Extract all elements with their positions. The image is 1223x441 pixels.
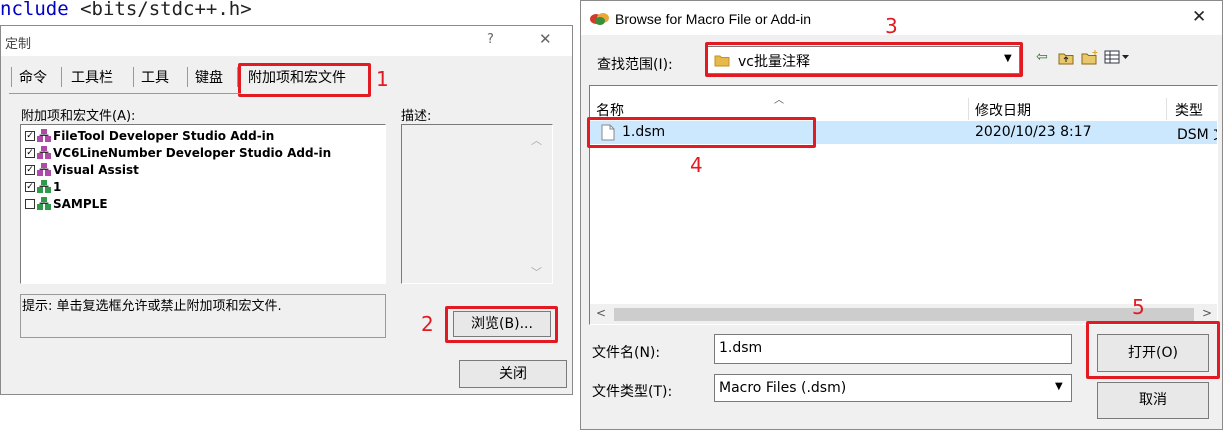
macro-icon: [37, 196, 51, 211]
help-button[interactable]: ?: [487, 32, 494, 47]
list-item-label: 1: [53, 179, 62, 194]
list-item[interactable]: ✓ Visual Assist: [25, 161, 139, 178]
up-folder-icon[interactable]: [1058, 51, 1074, 65]
column-divider: [1166, 98, 1167, 120]
checkbox[interactable]: ✓: [25, 147, 35, 158]
list-item-label: SAMPLE: [53, 196, 108, 211]
close-button[interactable]: 关闭: [459, 360, 567, 388]
list-item-label: Visual Assist: [53, 162, 139, 177]
filename-label: 文件名(N):: [592, 345, 661, 361]
description-box: [401, 124, 553, 284]
tab-commands[interactable]: 命令: [11, 65, 55, 91]
list-item-label: VC6LineNumber Developer Studio Add-in: [53, 145, 332, 160]
annotation-box-4: [587, 117, 816, 148]
scroll-right-icon[interactable]: >: [1202, 306, 1212, 320]
filetype-label: 文件类型(T):: [592, 384, 673, 400]
app-logo-icon: [590, 13, 609, 25]
customize-title: 定制: [5, 37, 32, 52]
tab-tools[interactable]: 工具: [133, 65, 177, 91]
scroll-up-icon: ︿: [531, 134, 542, 147]
annotation-number-3: 3: [885, 14, 898, 38]
back-icon[interactable]: ⇦: [1036, 49, 1048, 65]
checkbox[interactable]: ✓: [25, 164, 35, 175]
tab-toolbars[interactable]: 工具栏: [63, 65, 121, 91]
checkbox[interactable]: ✓: [25, 130, 35, 141]
look-in-label: 查找范围(I):: [597, 57, 673, 73]
list-item-label: FileTool Developer Studio Add-in: [53, 128, 275, 143]
code-include-path: <bits/stdc++.h>: [68, 0, 252, 20]
column-header-type[interactable]: 类型: [1175, 100, 1203, 120]
addin-icon: [37, 145, 51, 160]
browse-titlebar: Browse for Macro File or Add-in ✕: [581, 1, 1222, 35]
list-item[interactable]: ✓ FileTool Developer Studio Add-in: [25, 127, 274, 144]
code-keyword: nclude: [0, 0, 69, 20]
checkbox[interactable]: [25, 198, 35, 209]
cancel-button[interactable]: 取消: [1097, 382, 1209, 419]
annotation-number-4: 4: [690, 153, 703, 177]
filename-value: 1.dsm: [719, 340, 763, 356]
addin-icon: [37, 128, 51, 143]
addins-list-label: 附加项和宏文件(A):: [21, 109, 136, 124]
checkbox[interactable]: ✓: [25, 181, 35, 192]
customize-dialog: 定制 ? ✕ 命令 工具栏 工具 键盘 附加项和宏文件 1 附加项和宏文件(A)…: [0, 25, 573, 395]
browse-dialog: Browse for Macro File or Add-in ✕ 3 查找范围…: [580, 0, 1223, 430]
browse-title: Browse for Macro File or Add-in: [615, 11, 812, 27]
filetype-value: Macro Files (.dsm): [719, 380, 847, 396]
filename-input[interactable]: 1.dsm: [714, 334, 1072, 364]
tab-underline: [9, 93, 241, 94]
annotation-box-3: [705, 42, 1023, 77]
close-icon[interactable]: ✕: [539, 30, 552, 48]
browse-button[interactable]: 浏览(B)...: [453, 311, 551, 337]
filetype-select[interactable]: Macro Files (.dsm) ▼: [714, 374, 1072, 402]
sort-up-icon: ︿: [774, 95, 784, 106]
tab-keyboard[interactable]: 键盘: [187, 65, 231, 91]
scrollbar-thumb[interactable]: [614, 308, 1194, 321]
annotation-number-1: 1: [376, 67, 389, 91]
open-button[interactable]: 打开(O): [1097, 334, 1209, 372]
annotation-number-2: 2: [421, 312, 434, 336]
customize-titlebar: 定制 ? ✕: [1, 26, 572, 56]
column-header-modified[interactable]: 修改日期: [975, 100, 1031, 120]
file-modified: 2020/10/23 8:17: [975, 124, 1092, 140]
list-item[interactable]: SAMPLE: [25, 195, 108, 212]
chevron-down-icon: ▼: [1055, 381, 1063, 392]
list-item[interactable]: ✓ VC6LineNumber Developer Studio Add-in: [25, 144, 331, 161]
description-label: 描述:: [401, 109, 432, 124]
tab-separator: [61, 67, 62, 87]
list-item[interactable]: ✓ 1: [25, 178, 61, 195]
macro-icon: [37, 179, 51, 194]
scroll-left-icon[interactable]: <: [596, 306, 606, 320]
addin-icon: [37, 162, 51, 177]
background-code-line: nclude <bits/stdc++.h>: [0, 0, 252, 20]
column-divider: [968, 98, 969, 120]
annotation-box-1: [238, 63, 371, 97]
file-type: DSM 文: [1177, 127, 1217, 143]
view-menu-icon[interactable]: [1104, 50, 1130, 64]
close-icon[interactable]: ✕: [1192, 7, 1206, 27]
new-folder-icon[interactable]: [1081, 49, 1099, 65]
scroll-down-icon: ﹀: [531, 266, 542, 279]
hint-text: 提示: 单击复选框允许或禁止附加项和宏文件.: [22, 299, 282, 314]
annotation-number-5: 5: [1132, 295, 1145, 319]
